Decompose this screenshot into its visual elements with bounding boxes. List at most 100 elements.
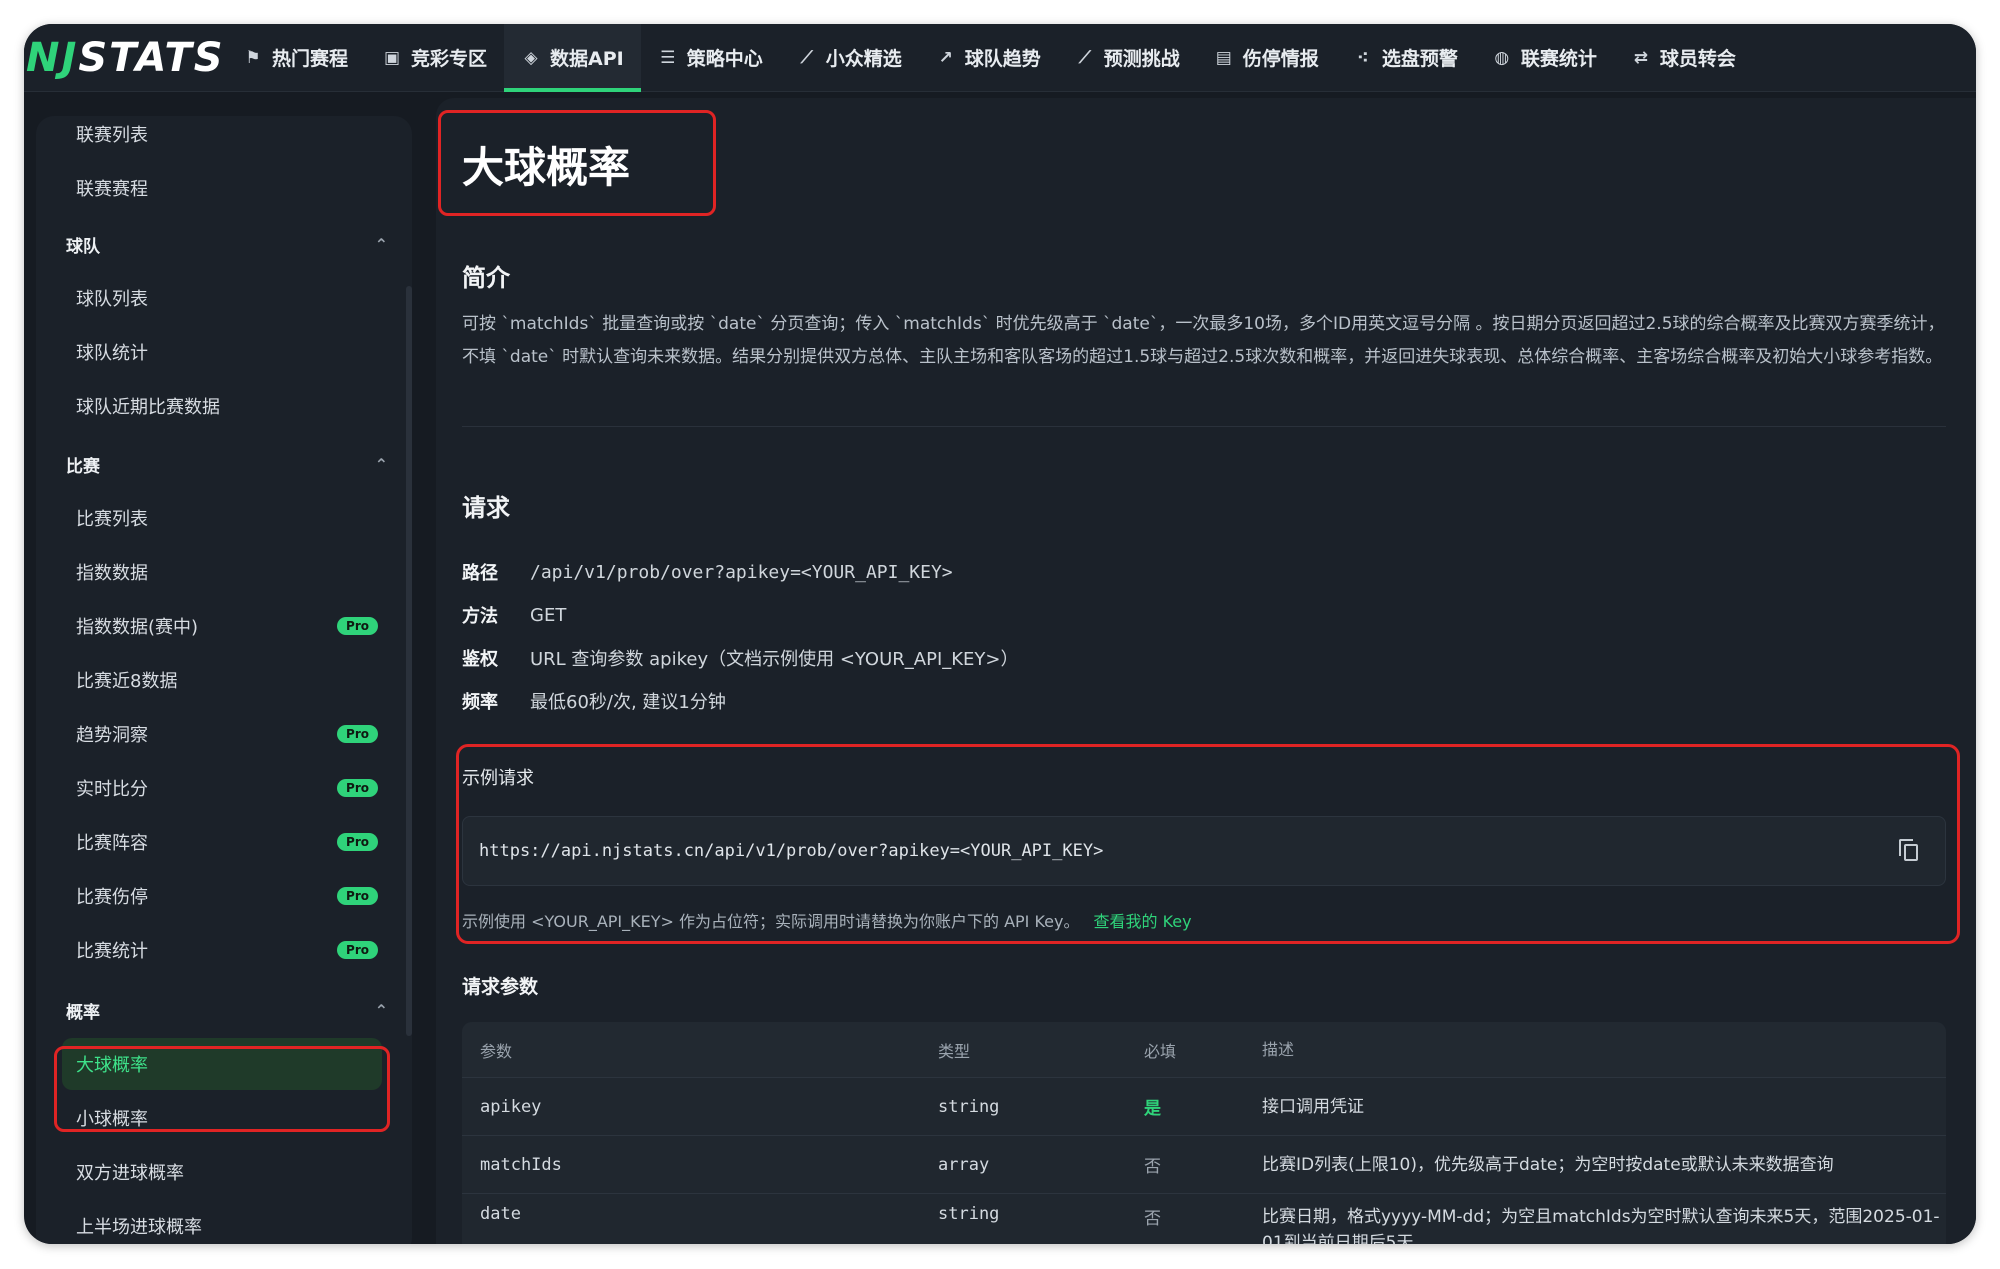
chart-box-icon: ▣ — [383, 47, 401, 68]
view-key-link[interactable]: 查看我的 Key — [1094, 912, 1192, 931]
request-path-row: 路径 /api/v1/prob/over?apikey=<YOUR_API_KE… — [462, 559, 953, 585]
sidebar-item[interactable]: 球队列表 — [76, 272, 396, 324]
pro-badge: Pro — [337, 887, 378, 905]
table-row: matchIds array 否 比赛ID列表(上限10)，优先级高于date；… — [462, 1136, 1946, 1194]
sidebar-group-label: 概率 — [66, 1002, 100, 1023]
sidebar-group-match[interactable]: 比赛 ⌃ — [66, 444, 396, 484]
col-param: 参数 — [480, 1041, 513, 1061]
request-auth-key: 鉴权 — [462, 649, 498, 670]
sidebar-item[interactable]: 指数数据(赛中) Pro — [76, 600, 396, 652]
book-icon: ▤ — [1215, 47, 1232, 68]
param-name: date — [480, 1204, 521, 1224]
app-window: NJSTATS ⚑ 热门赛程 ▣ 竞彩专区 ◈ 数据API ☰ 策略中心 ⟋ 小众精选 ↗ 球队趋势 ⟋… — [24, 24, 1976, 1244]
pro-badge: Pro — [337, 779, 378, 797]
nav-item-10[interactable]: ⇄ 球员转会 — [1614, 24, 1753, 91]
nav-item-label: 联赛统计 — [1520, 48, 1597, 70]
sidebar-scrollbar[interactable] — [406, 286, 412, 1036]
chevron-up-icon[interactable]: ⌃ — [375, 235, 388, 254]
example-note: 示例使用 <YOUR_API_KEY> 作为占位符；实际调用时请替换为你账户下的… — [462, 908, 1192, 932]
nav-item-label: 伤停情报 — [1242, 48, 1319, 70]
nav-item-label: 小众精选 — [825, 48, 902, 70]
example-url[interactable]: https://api.njstats.cn/api/v1/prob/over?… — [479, 841, 1103, 861]
sidebar-item[interactable]: 球队统计 — [76, 326, 396, 378]
request-rate-key: 频率 — [462, 692, 498, 713]
sidebar-item-label: 联赛赛程 — [76, 179, 148, 200]
logo[interactable]: NJSTATS — [24, 35, 223, 81]
sidebar-item-label: 实时比分 — [76, 779, 148, 800]
sidebar-item[interactable]: 比赛近8数据 — [76, 654, 396, 706]
nav-item-1[interactable]: ▣ 竞彩专区 — [365, 24, 504, 91]
divider — [462, 426, 1946, 427]
sidebar-item[interactable]: 比赛阵容 Pro — [76, 816, 396, 868]
request-heading: 请求 — [462, 494, 510, 522]
param-type: array — [938, 1154, 990, 1175]
sidebar-item-label: 比赛统计 — [76, 941, 148, 962]
col-desc: 描述 — [1262, 1039, 1295, 1059]
intro-heading: 简介 — [462, 264, 510, 292]
sidebar-item[interactable]: 比赛伤停 Pro — [76, 870, 396, 922]
table-row: apikey string 是 接口调用凭证 — [462, 1078, 1946, 1136]
nav-item-4[interactable]: ⟋ 小众精选 — [780, 24, 919, 91]
col-required: 必填 — [1144, 1041, 1177, 1061]
param-required: 否 — [1144, 1209, 1161, 1229]
sidebar-item[interactable]: 实时比分 Pro — [76, 762, 396, 814]
nav-item-8[interactable]: ⁖ 选盘预警 — [1336, 24, 1475, 91]
nav-item-label: 热门赛程 — [272, 48, 349, 70]
params-heading: 请求参数 — [462, 976, 539, 998]
sidebar-item-label: 球队列表 — [76, 289, 148, 310]
sidebar-item-label: 上半场进球概率 — [76, 1217, 202, 1238]
sidebar-item[interactable]: 趋势洞察 Pro — [76, 708, 396, 760]
sidebar-group-label: 比赛 — [66, 456, 100, 477]
sidebar-group-prob[interactable]: 概率 ⌃ — [66, 990, 396, 1030]
sidebar-item-label: 联赛列表 — [76, 125, 148, 146]
intro-text: 可按 `matchIds` 批量查询或按 `date` 分页查询；传入 `mat… — [462, 314, 1945, 367]
nav-item-5[interactable]: ↗ 球队趋势 — [919, 24, 1058, 91]
params-table-header: 参数 类型 必填 描述 — [462, 1022, 1946, 1078]
nav-item-0[interactable]: ⚑ 热门赛程 — [226, 24, 365, 91]
params-table: 参数 类型 必填 描述 apikey string 是 接口调用凭证 match… — [462, 1022, 1946, 1244]
sidebar-item[interactable]: 球队近期比赛数据 — [76, 380, 396, 432]
globe-icon: ◍ — [1494, 47, 1510, 68]
request-rate-value: 最低60秒/次, 建议1分钟 — [530, 692, 726, 713]
nav-item-2[interactable]: ◈ 数据API — [504, 24, 641, 92]
chevron-up-icon[interactable]: ⌃ — [375, 455, 388, 474]
sidebar-item-label: 比赛伤停 — [76, 887, 148, 908]
highlight-box-sidebar — [54, 1046, 390, 1132]
request-method-key: 方法 — [462, 606, 498, 627]
nav-item-9[interactable]: ◍ 联赛统计 — [1475, 24, 1614, 91]
copy-icon[interactable] — [1899, 839, 1918, 861]
request-rate-row: 频率 最低60秒/次, 建议1分钟 — [462, 688, 726, 714]
list-icon: ☰ — [660, 47, 676, 68]
pro-badge: Pro — [337, 725, 378, 743]
example-label: 示例请求 — [462, 768, 534, 789]
nav-item-7[interactable]: ▤ 伤停情报 — [1197, 24, 1336, 91]
sidebar-item[interactable]: 比赛统计 Pro — [76, 924, 396, 976]
sidebar-item[interactable]: 联赛赛程 — [76, 162, 396, 214]
request-method-value: GET — [530, 604, 567, 626]
sidebar-item[interactable]: 联赛列表 — [76, 116, 396, 160]
nav-item-label: 球员转会 — [1659, 48, 1736, 70]
sidebar-item[interactable]: 双方进球概率 — [76, 1146, 396, 1198]
sidebar-item[interactable]: 指数数据 — [76, 546, 396, 598]
trend-up-icon: ↗ — [938, 47, 953, 68]
request-path-key: 路径 — [462, 563, 498, 584]
pro-badge: Pro — [337, 941, 378, 959]
nav-item-label: 数据API — [550, 48, 624, 70]
sidebar-item[interactable]: 上半场进球概率 — [76, 1200, 396, 1244]
sparkline-icon: ⟋ — [800, 47, 813, 68]
nav-item-3[interactable]: ☰ 策略中心 — [641, 24, 780, 91]
example-code-box[interactable]: https://api.njstats.cn/api/v1/prob/over?… — [462, 816, 1946, 886]
nav-item-label: 竞彩专区 — [411, 48, 488, 70]
sidebar-item-label: 指数数据(赛中) — [76, 617, 199, 638]
layers-icon: ◈ — [524, 47, 538, 68]
sidebar-item[interactable]: 比赛列表 — [76, 492, 396, 544]
nav-item-6[interactable]: ⟋ 预测挑战 — [1058, 24, 1197, 91]
sidebar-group-team[interactable]: 球队 ⌃ — [66, 224, 396, 264]
sidebar-item-label: 比赛阵容 — [76, 833, 148, 854]
sidebar-item-label: 球队统计 — [76, 343, 148, 364]
sidebar-item-label: 比赛近8数据 — [76, 671, 178, 692]
param-type: string — [938, 1096, 1000, 1117]
chevron-up-icon[interactable]: ⌃ — [375, 1001, 388, 1020]
pro-badge: Pro — [337, 617, 378, 635]
nav-item-label: 球队趋势 — [964, 48, 1041, 70]
